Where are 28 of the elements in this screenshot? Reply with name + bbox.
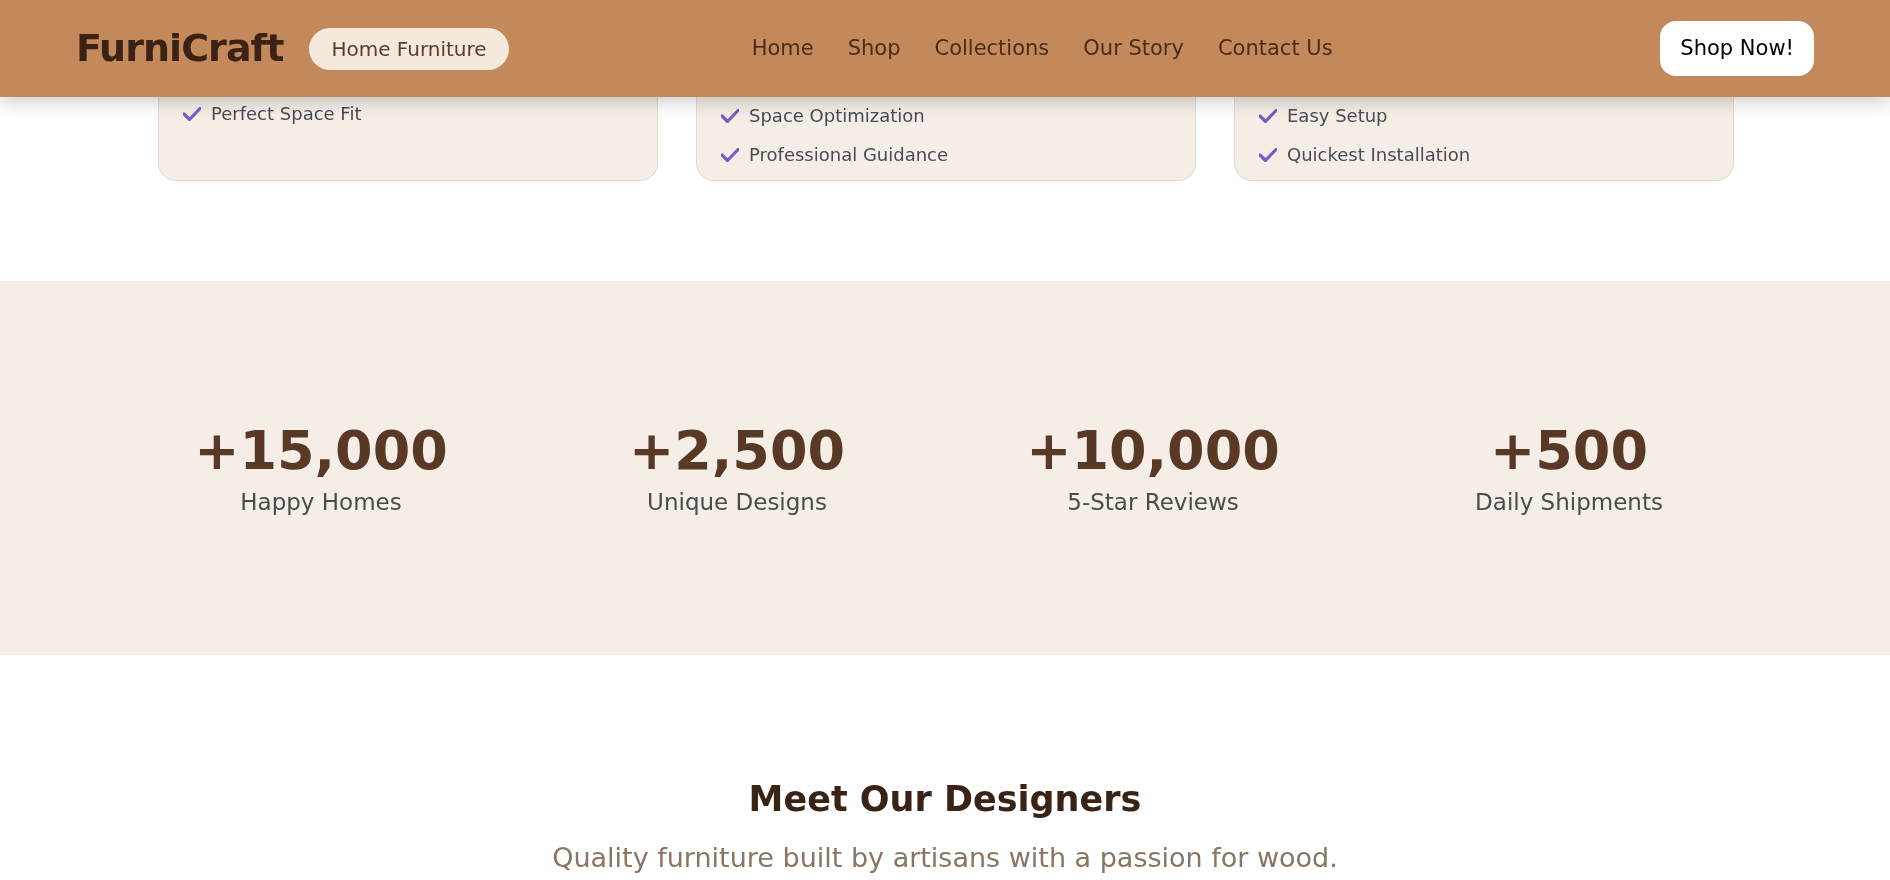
stat-number: +10,000 xyxy=(1026,418,1280,484)
feature-text: Space Optimization xyxy=(749,104,925,128)
feature-text: Perfect Space Fit xyxy=(211,102,362,126)
stat-number: +15,000 xyxy=(194,418,448,484)
stat-label: Happy Homes xyxy=(240,487,402,517)
stat-label: Daily Shipments xyxy=(1475,487,1663,517)
nav-link[interactable]: Home xyxy=(751,32,814,65)
feature-text: Easy Setup xyxy=(1287,104,1388,128)
check-icon xyxy=(1259,147,1277,162)
stat-label: 5-Star Reviews xyxy=(1067,487,1239,517)
nav-link[interactable]: Collections xyxy=(934,32,1050,65)
nav-link[interactable]: Contact Us xyxy=(1217,32,1333,65)
section-subtitle: Quality furniture built by artisans with a passion for wood. xyxy=(552,840,1338,875)
stat-number: +500 xyxy=(1490,418,1648,484)
logo[interactable]: FurniCraft xyxy=(76,20,284,77)
feature-text: Quickest Installation xyxy=(1287,143,1471,167)
nav-link[interactable]: Our Story xyxy=(1083,32,1184,65)
check-icon xyxy=(183,106,201,121)
nav-link[interactable]: Shop xyxy=(847,32,901,65)
stat-label: Unique Designs xyxy=(647,487,827,517)
check-icon xyxy=(1259,108,1277,123)
check-icon xyxy=(721,108,739,123)
category-badge: Home Furniture xyxy=(309,27,509,70)
shop-now-button[interactable]: Shop Now! xyxy=(1660,20,1814,77)
section-title: Meet Our Designers xyxy=(748,778,1142,821)
feature-text: Professional Guidance xyxy=(749,143,949,167)
stat-number: +2,500 xyxy=(628,418,846,484)
check-icon xyxy=(721,147,739,162)
